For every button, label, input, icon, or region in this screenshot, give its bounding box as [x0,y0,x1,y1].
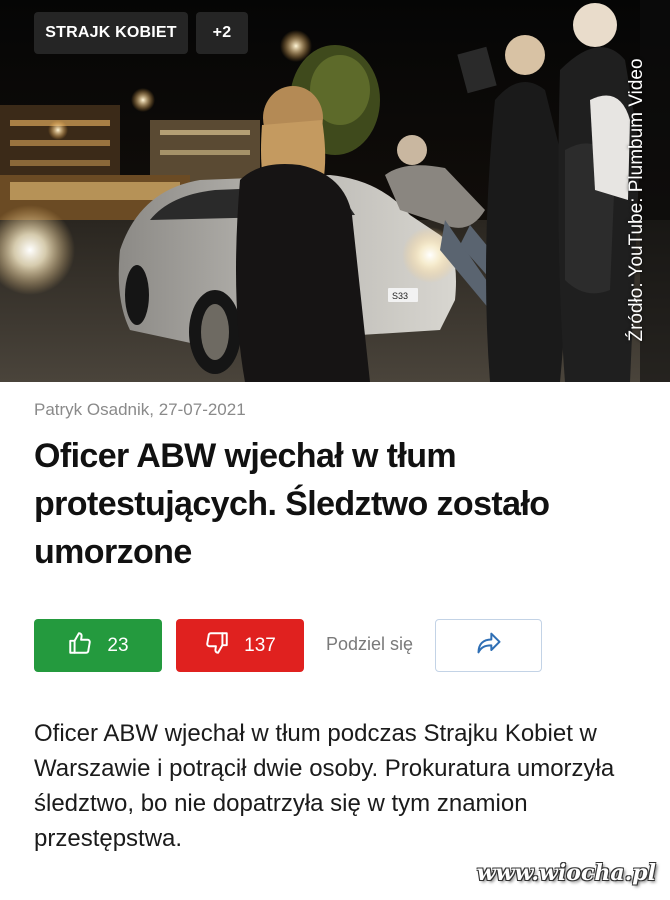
hero-photo-scene: S33 [0,0,670,382]
thumbs-up-icon [67,630,93,662]
share-label: Podziel się [326,634,414,654]
license-plate: S33 [392,291,408,301]
dislike-count: 137 [244,634,276,656]
share-button[interactable] [435,619,542,672]
site-watermark: www.wiocha.pl [476,860,656,886]
hero-photo: S33 STRAJK KOBIET +2 Źródło: YouTube: Pl… [0,0,670,382]
category-tag[interactable]: STRAJK KOBIET [34,12,188,54]
article-title: Oficer ABW wjechał w tłum protestujących… [34,437,550,571]
article-lead: Oficer ABW wjechał w tłum podczas Strajk… [34,720,615,852]
like-count: 23 [107,634,129,656]
like-button[interactable]: 23 [34,619,162,672]
article-byline: Patryk Osadnik, 27-07-2021 [34,400,246,419]
thumbs-down-icon [204,630,230,662]
more-tags-badge[interactable]: +2 [196,12,248,54]
dislike-button[interactable]: 137 [176,619,304,672]
share-arrow-icon [475,629,503,662]
photo-credit: Źródło: YouTube: Plumbum Video [626,58,647,342]
